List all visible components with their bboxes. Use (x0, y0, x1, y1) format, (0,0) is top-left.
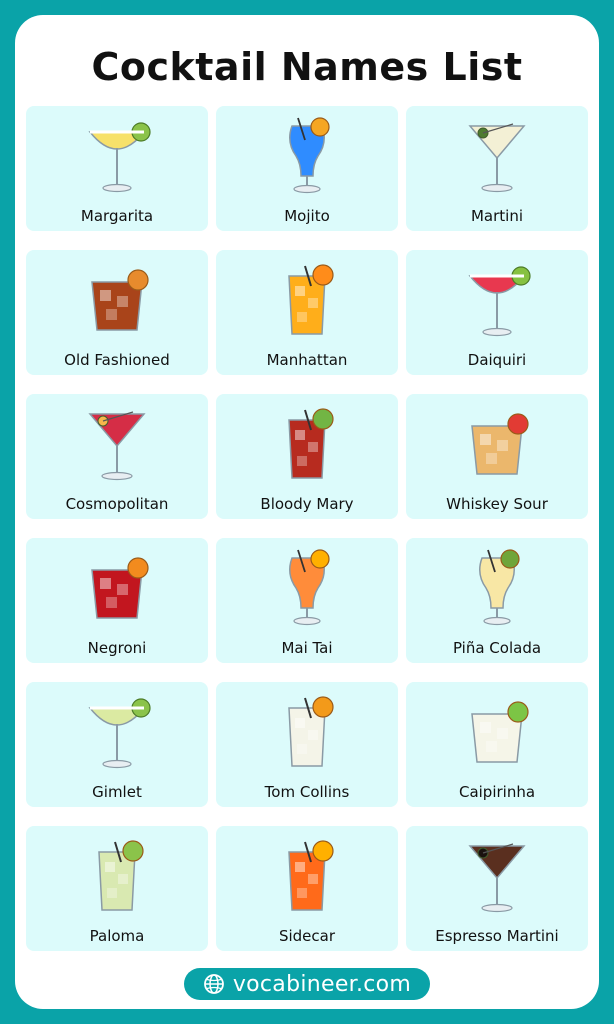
page: Cocktail Names List Margarita Mojito Marti… (0, 0, 614, 1024)
cocktail-label: Bloody Mary (260, 495, 354, 513)
cocktail-label: Espresso Martini (435, 927, 559, 945)
cocktail-card[interactable]: Old Fashioned (26, 250, 208, 375)
cocktail-label: Piña Colada (452, 639, 542, 657)
page-title: Cocktail Names List (91, 45, 523, 89)
cocktail-label: Whiskey Sour (446, 495, 548, 513)
cocktail-card[interactable]: Mai Tai (216, 538, 398, 663)
cocktail-card[interactable]: Margarita (26, 106, 208, 231)
gimlet-glass-icon (72, 690, 162, 776)
cocktail-label: Manhattan (266, 351, 348, 369)
daiquiri-glass-icon (452, 258, 542, 344)
footer-badge[interactable]: vocabineer.com (184, 968, 430, 1000)
cocktail-label: Margarita (80, 207, 154, 225)
rocks-glass-icon (72, 258, 162, 344)
cocktail-label: Daiquiri (467, 351, 527, 369)
footer-link[interactable]: vocabineer.com (233, 972, 411, 997)
globe-icon (203, 973, 225, 995)
cocktail-card[interactable]: Caipirinha (406, 682, 588, 807)
paloma-glass-icon (72, 834, 162, 920)
cocktail-card[interactable]: Espresso Martini (406, 826, 588, 951)
whiskey-sour-glass-icon (452, 402, 542, 488)
cocktail-card[interactable]: Cosmopolitan (26, 394, 208, 519)
caipirinha-glass-icon (452, 690, 542, 776)
cocktail-card[interactable]: Manhattan (216, 250, 398, 375)
cocktail-label: Martini (470, 207, 524, 225)
negroni-glass-icon (72, 546, 162, 632)
cocktail-card[interactable]: Martini (406, 106, 588, 231)
pina-colada-glass-icon (452, 546, 542, 632)
cocktail-card[interactable]: Bloody Mary (216, 394, 398, 519)
cocktail-label: Caipirinha (458, 783, 536, 801)
cocktail-card[interactable]: Negroni (26, 538, 208, 663)
cocktail-card[interactable]: Paloma (26, 826, 208, 951)
cocktail-grid: Margarita Mojito Martini Old Fashioned Manha… (26, 106, 588, 951)
cosmopolitan-glass-icon (72, 402, 162, 488)
cocktail-label: Sidecar (278, 927, 336, 945)
blue-hurricane-glass-icon (262, 114, 352, 200)
cocktail-card[interactable]: Tom Collins (216, 682, 398, 807)
martini-glass-icon (452, 114, 542, 200)
content-card: Cocktail Names List Margarita Mojito Marti… (15, 15, 599, 1009)
margarita-glass-icon (72, 114, 162, 200)
espresso-martini-glass-icon (452, 834, 542, 920)
cocktail-label: Mai Tai (281, 639, 333, 657)
cocktail-label: Old Fashioned (64, 351, 170, 369)
cocktail-card[interactable]: Mojito (216, 106, 398, 231)
cocktail-label: Cosmopolitan (65, 495, 169, 513)
cocktail-card[interactable]: Piña Colada (406, 538, 588, 663)
tom-collins-glass-icon (262, 690, 352, 776)
cocktail-label: Mojito (284, 207, 330, 225)
sidecar-glass-icon (262, 834, 352, 920)
cocktail-card[interactable]: Sidecar (216, 826, 398, 951)
cocktail-card[interactable]: Daiquiri (406, 250, 588, 375)
cocktail-label: Gimlet (92, 783, 142, 801)
cocktail-card[interactable]: Whiskey Sour (406, 394, 588, 519)
bloody-mary-glass-icon (262, 402, 352, 488)
mai-tai-glass-icon (262, 546, 352, 632)
cocktail-label: Paloma (89, 927, 145, 945)
cocktail-card[interactable]: Gimlet (26, 682, 208, 807)
cocktail-label: Tom Collins (264, 783, 350, 801)
highball-glass-icon (262, 258, 352, 344)
cocktail-label: Negroni (87, 639, 147, 657)
